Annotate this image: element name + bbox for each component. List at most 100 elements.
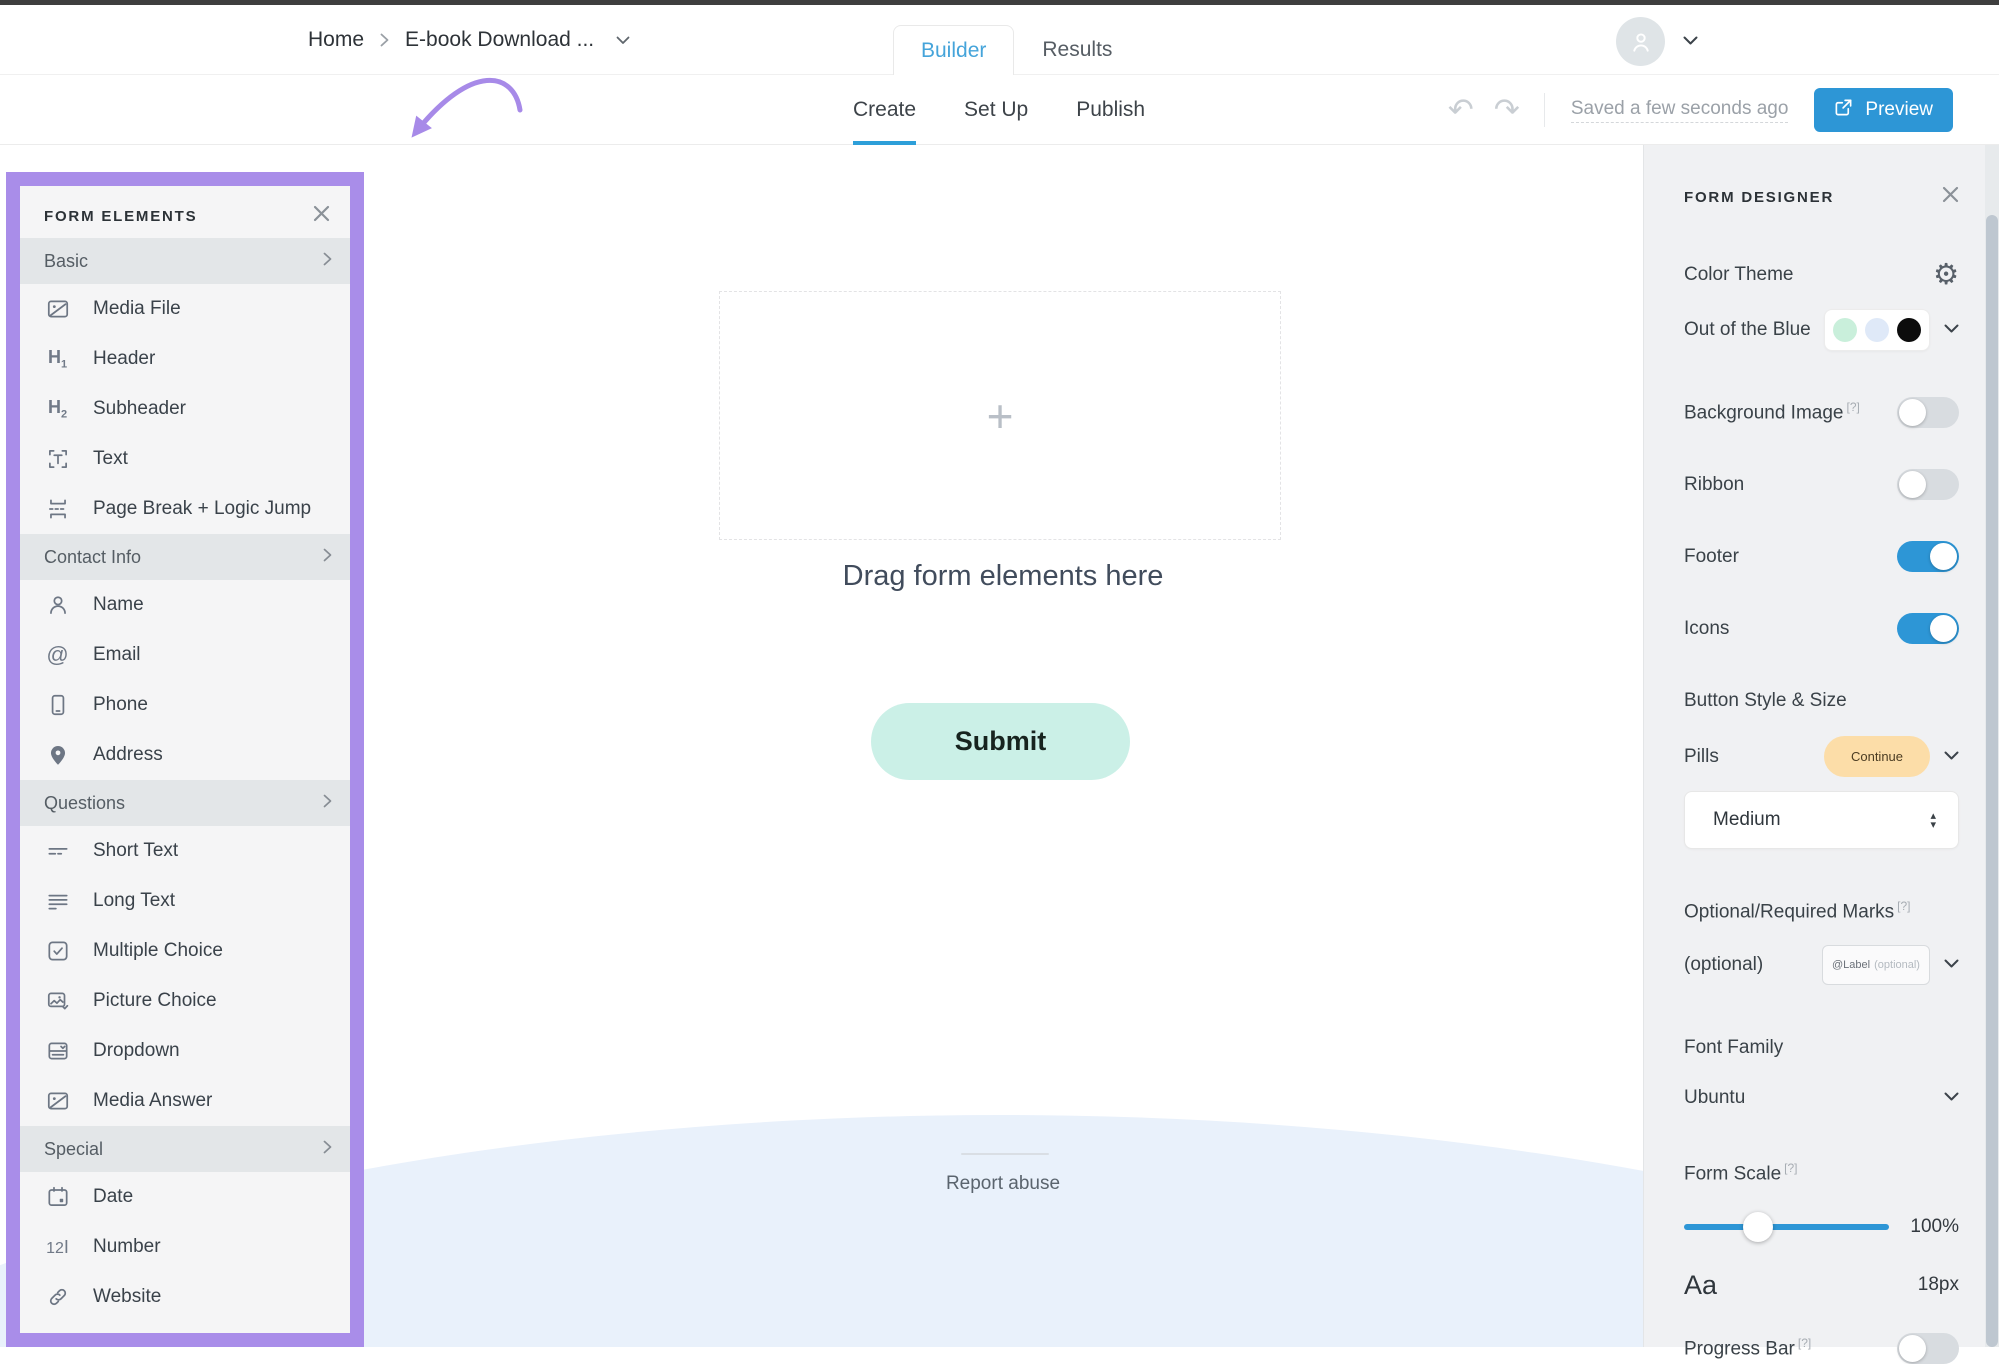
short-text-icon <box>44 838 71 864</box>
toolbar-divider <box>1544 93 1545 127</box>
chevron-down-icon[interactable] <box>616 36 630 45</box>
close-icon[interactable] <box>1942 186 1959 208</box>
sidebar-item-label: Media Answer <box>93 1090 212 1112</box>
number-icon: 12I <box>44 1237 71 1258</box>
form-scale-slider[interactable] <box>1684 1224 1889 1230</box>
swatch-mint <box>1833 318 1857 342</box>
sidebar-item-date[interactable]: Date <box>20 1172 350 1222</box>
sidebar-item-subheader[interactable]: H2 Subheader <box>20 384 350 434</box>
picture-choice-icon <box>44 988 71 1014</box>
chevron-right-icon <box>323 1140 332 1159</box>
sidebar-section-questions[interactable]: Questions <box>20 780 350 826</box>
sidebar-item-name[interactable]: Name <box>20 580 350 630</box>
tab-builder[interactable]: Builder <box>893 25 1014 75</box>
chevron-down-icon[interactable] <box>1944 1089 1959 1107</box>
sidebar-item-text[interactable]: Text <box>20 434 350 484</box>
ribbon-label: Ribbon <box>1684 474 1744 496</box>
sidebar-item-number[interactable]: 12INumber <box>20 1222 350 1272</box>
sidebar-item-media-answer[interactable]: Media Answer <box>20 1076 350 1126</box>
tab-results[interactable]: Results <box>1014 25 1140 75</box>
help-marker[interactable]: [?] <box>1784 1161 1797 1175</box>
sidebar-section-special[interactable]: Special <box>20 1126 350 1172</box>
marks-value: (optional) <box>1684 954 1763 976</box>
save-status: Saved a few seconds ago <box>1571 98 1789 123</box>
sidebar-item-label: Text <box>93 448 128 470</box>
sidebar-item-label: Address <box>93 744 163 766</box>
help-marker[interactable]: [?] <box>1847 400 1860 414</box>
close-icon[interactable] <box>313 205 330 227</box>
undo-icon[interactable]: ↶ <box>1448 95 1474 126</box>
sidebar-section-contact-info[interactable]: Contact Info <box>20 534 350 580</box>
sidebar-item-label: Name <box>93 594 144 616</box>
avatar[interactable] <box>1616 17 1665 66</box>
chevron-right-icon <box>323 794 332 813</box>
media-answer-icon <box>44 1088 71 1114</box>
breadcrumb-home-link[interactable]: Home <box>308 28 364 52</box>
form-scale-label: Form Scale[?] <box>1684 1161 1797 1185</box>
help-marker[interactable]: [?] <box>1798 1336 1811 1350</box>
sidebar-item-label: Dropdown <box>93 1040 180 1062</box>
name-icon <box>44 592 71 618</box>
footer-toggle[interactable] <box>1897 541 1959 572</box>
panel-scrollbar[interactable] <box>1985 145 1999 1347</box>
pills-label: Pills <box>1684 746 1719 768</box>
progress-bar-label: Progress Bar[?] <box>1684 1336 1811 1360</box>
sidebar-item-label: Website <box>93 1286 161 1308</box>
sidebar-item-address[interactable]: Address <box>20 730 350 780</box>
color-theme-label: Color Theme <box>1684 264 1793 286</box>
submit-button[interactable]: Submit <box>871 703 1130 780</box>
ribbon-toggle[interactable] <box>1897 469 1959 500</box>
phone-icon <box>44 692 71 718</box>
scrollbar-thumb[interactable] <box>1986 215 1998 1347</box>
section-label: Basic <box>44 251 88 272</box>
page-break-icon <box>44 496 71 522</box>
progress-bar-toggle[interactable] <box>1897 1333 1959 1364</box>
sidebar-item-short-text[interactable]: Short Text <box>20 826 350 876</box>
sidebar-item-website[interactable]: Website <box>20 1272 350 1322</box>
tab-create[interactable]: Create <box>853 75 916 145</box>
sidebar-item-page-break-logic-jump[interactable]: Page Break + Logic Jump <box>20 484 350 534</box>
chevron-down-icon[interactable] <box>1944 956 1959 974</box>
background-image-toggle[interactable] <box>1897 397 1959 428</box>
dropzone[interactable]: + <box>719 291 1281 540</box>
account-chevron-down-icon[interactable] <box>1683 33 1698 51</box>
tab-set-up[interactable]: Set Up <box>964 75 1028 145</box>
builder-toolbar: Create Set Up Publish ↶ ↷ Saved a few se… <box>0 75 1999 145</box>
sidebar-item-label: Subheader <box>93 398 186 420</box>
sidebar-item-media-file[interactable]: Media File <box>20 284 350 334</box>
sidebar-item-picture-choice[interactable]: Picture Choice <box>20 976 350 1026</box>
toggle-knob <box>1930 543 1957 570</box>
theme-name: Out of the Blue <box>1684 319 1811 341</box>
preview-button-label: Preview <box>1865 99 1933 121</box>
subheader-icon: H2 <box>44 397 71 421</box>
sidebar-item-dropdown[interactable]: Dropdown <box>20 1026 350 1076</box>
date-icon <box>44 1184 71 1210</box>
sidebar-item-email[interactable]: @Email <box>20 630 350 680</box>
multiple-choice-icon <box>44 938 71 964</box>
sidebar-item-header[interactable]: H1Header <box>20 334 350 384</box>
sidebar-item-multiple-choice[interactable]: Multiple Choice <box>20 926 350 976</box>
select-arrows-icon: ▴▾ <box>1930 811 1936 829</box>
icons-toggle[interactable] <box>1897 613 1959 644</box>
swatch-black <box>1897 318 1921 342</box>
help-marker[interactable]: [?] <box>1897 899 1910 913</box>
submit-button-label: Submit <box>955 726 1047 757</box>
tab-publish[interactable]: Publish <box>1076 75 1145 145</box>
theme-swatches[interactable] <box>1824 309 1930 351</box>
section-label: Special <box>44 1139 103 1160</box>
sidebar-item-phone[interactable]: Phone <box>20 680 350 730</box>
sidebar-item-label: Header <box>93 348 155 370</box>
slider-knob[interactable] <box>1743 1212 1773 1242</box>
chevron-down-icon[interactable] <box>1944 748 1959 766</box>
button-size-select[interactable]: Medium ▴▾ <box>1684 791 1959 849</box>
gear-icon[interactable]: ⚙ <box>1933 260 1959 289</box>
toggle-knob <box>1899 399 1926 426</box>
redo-icon[interactable]: ↷ <box>1494 95 1520 126</box>
marks-preview-chip: @Label (optional) <box>1822 945 1930 985</box>
chevron-down-icon[interactable] <box>1944 321 1959 339</box>
breadcrumb-form-name[interactable]: E-book Download ... <box>405 28 594 52</box>
sidebar-item-long-text[interactable]: Long Text <box>20 876 350 926</box>
button-size-value: Medium <box>1713 809 1781 831</box>
preview-button[interactable]: Preview <box>1814 88 1953 132</box>
sidebar-section-basic[interactable]: Basic <box>20 238 350 284</box>
